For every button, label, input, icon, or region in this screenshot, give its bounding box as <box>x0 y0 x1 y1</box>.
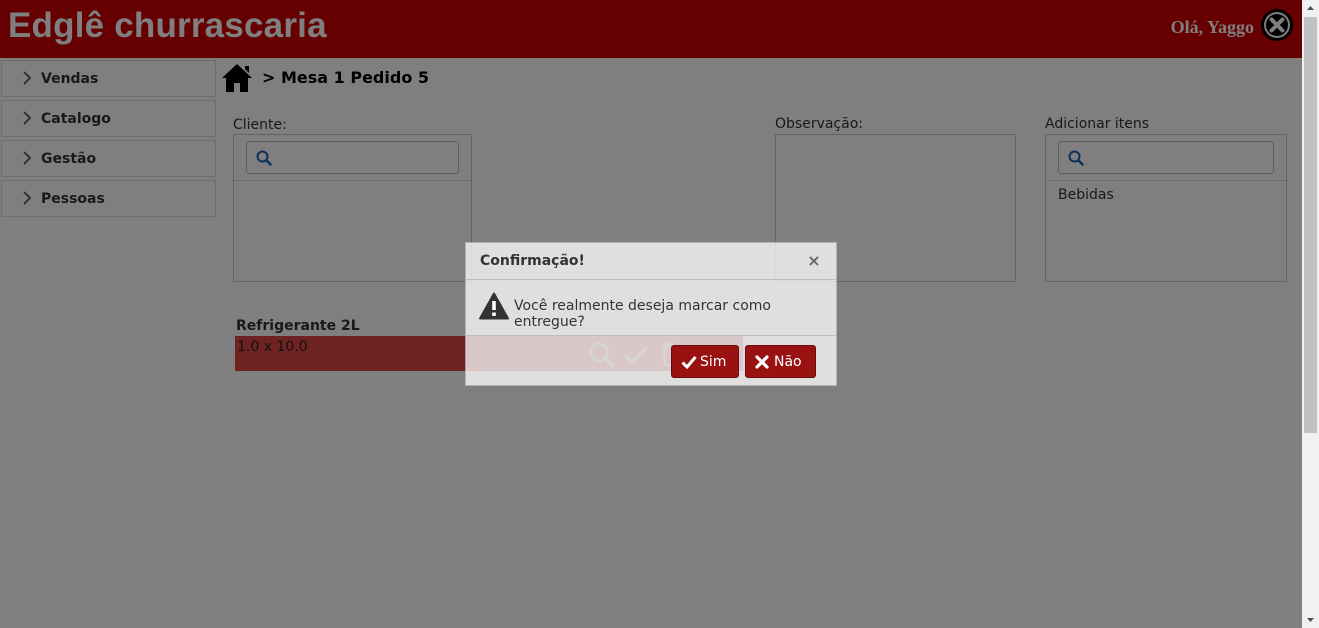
scrollbar-thumb[interactable] <box>1304 17 1317 433</box>
scroll-down-arrow-icon[interactable] <box>1302 611 1319 628</box>
confirmation-dialog: Confirmação! × Você realmente deseja mar… <box>465 242 837 386</box>
dialog-header: Confirmação! × <box>466 243 836 280</box>
dialog-close-button[interactable]: × <box>806 251 822 270</box>
confirm-no-label: Não <box>774 354 802 370</box>
dialog-body: Você realmente deseja marcar como entreg… <box>466 279 836 336</box>
dialog-title: Confirmação! <box>480 253 585 269</box>
dialog-message: Você realmente deseja marcar como entreg… <box>514 298 771 330</box>
check-icon <box>681 356 697 369</box>
scroll-up-arrow-icon[interactable] <box>1302 0 1319 17</box>
confirm-yes-button[interactable]: Sim <box>671 345 739 378</box>
app-page: Edglê churrascaria Olá, Yaggo Vendas Cat… <box>0 0 1302 628</box>
confirm-no-button[interactable]: Não <box>745 345 816 378</box>
confirm-yes-label: Sim <box>700 354 727 370</box>
vertical-scrollbar[interactable] <box>1302 0 1319 628</box>
warning-icon <box>479 292 509 320</box>
close-icon <box>755 355 769 369</box>
